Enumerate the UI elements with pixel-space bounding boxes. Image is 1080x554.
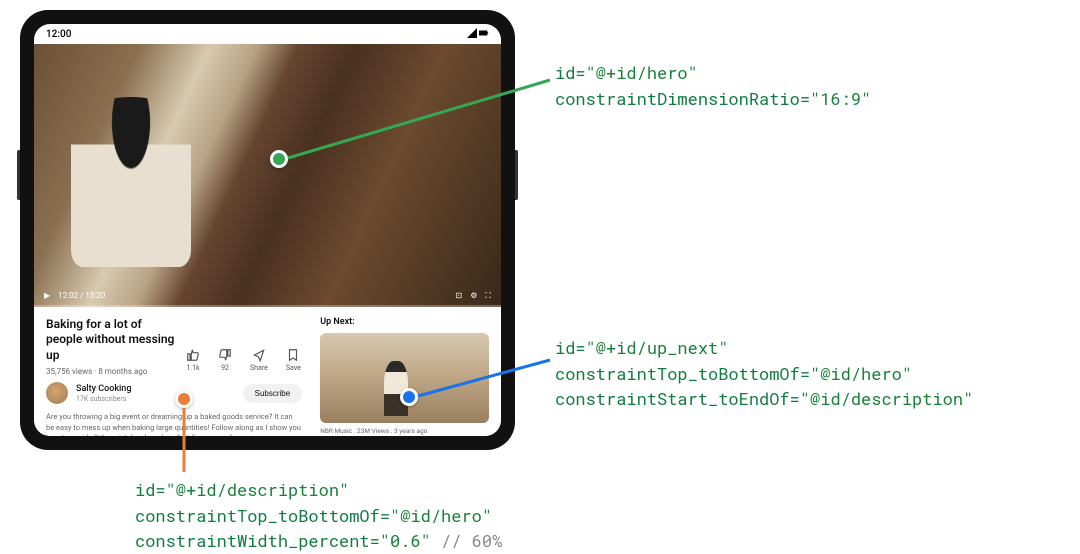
signal-icon bbox=[467, 28, 477, 38]
upnext-meta: NBR Music . 23M Views . 3 years ago bbox=[320, 427, 489, 435]
video-controls: ▶ 12:02 / 15:20 ⊡ ⚙ ⛶ bbox=[34, 291, 501, 301]
description-text: Are you throwing a big event or dreaming… bbox=[46, 412, 302, 436]
upnext-thumbnail[interactable] bbox=[320, 333, 489, 423]
bookmark-icon bbox=[286, 348, 300, 362]
channel-row: Salty Cooking 17K subscribers Subscribe bbox=[46, 382, 302, 404]
save-button[interactable]: Save bbox=[286, 348, 301, 372]
battery-icon bbox=[479, 28, 489, 38]
marker-upnext bbox=[400, 388, 418, 406]
channel-name: Salty Cooking bbox=[76, 384, 235, 395]
video-title: Baking for a lot of people without messi… bbox=[46, 317, 176, 364]
hero-person bbox=[71, 97, 191, 267]
screen: 12:00 ▶ 12:02 / 15:20 ⊡ ⚙ ⛶ Baki bbox=[34, 24, 501, 436]
annotation-description: id="@+id/description" constraintTop_toBo… bbox=[135, 477, 502, 554]
settings-icon[interactable]: ⚙ bbox=[470, 291, 477, 300]
play-icon[interactable]: ▶ bbox=[44, 291, 50, 300]
marker-hero bbox=[270, 150, 288, 168]
tablet-frame: 12:00 ▶ 12:02 / 15:20 ⊡ ⚙ ⛶ Baki bbox=[20, 10, 515, 450]
upnext-panel: Up Next: NBR Music . 23M Views . 3 years… bbox=[314, 307, 501, 436]
channel-info[interactable]: Salty Cooking 17K subscribers bbox=[76, 384, 235, 403]
share-icon bbox=[252, 348, 266, 362]
marker-description bbox=[175, 390, 193, 408]
status-icons bbox=[467, 28, 490, 41]
subscribe-button[interactable]: Subscribe bbox=[243, 384, 303, 403]
status-bar: 12:00 bbox=[34, 24, 501, 44]
channel-subs: 17K subscribers bbox=[76, 395, 235, 403]
status-time: 12:00 bbox=[46, 29, 71, 40]
dislike-button[interactable]: 92 bbox=[218, 348, 232, 372]
hero-video[interactable]: ▶ 12:02 / 15:20 ⊡ ⚙ ⛶ bbox=[34, 44, 501, 307]
share-button[interactable]: Share bbox=[250, 348, 268, 372]
like-button[interactable]: 1.1k bbox=[186, 348, 200, 372]
annotation-hero: id="@+id/hero" constraintDimensionRatio=… bbox=[555, 60, 871, 111]
video-progress[interactable] bbox=[34, 305, 501, 307]
avatar[interactable] bbox=[46, 382, 68, 404]
annotation-upnext: id="@+id/up_next" constraintTop_toBottom… bbox=[555, 335, 973, 412]
video-timecode: 12:02 / 15:20 bbox=[58, 291, 105, 300]
thumbs-down-icon bbox=[218, 348, 232, 362]
upnext-label: Up Next: bbox=[320, 317, 489, 327]
description-panel: Baking for a lot of people without messi… bbox=[34, 307, 314, 436]
cc-icon[interactable]: ⊡ bbox=[456, 291, 463, 300]
fullscreen-icon[interactable]: ⛶ bbox=[485, 291, 491, 301]
video-meta: 35,756 views · 8 months ago bbox=[46, 367, 176, 376]
bottom-area: Baking for a lot of people without messi… bbox=[34, 307, 501, 436]
thumbs-up-icon bbox=[186, 348, 200, 362]
